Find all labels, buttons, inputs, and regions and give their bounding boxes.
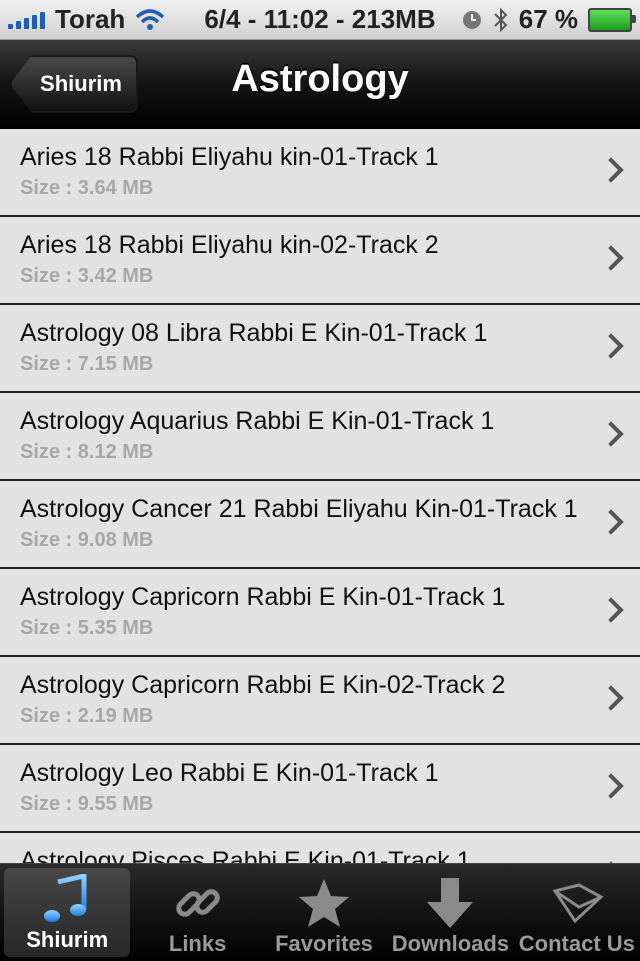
track-title: Astrology Capricorn Rabbi E Kin-02-Track… xyxy=(20,671,506,699)
list-item[interactable]: Aries 18 Rabbi Eliyahu kin-01-Track 1 Si… xyxy=(0,129,640,217)
track-title: Astrology Leo Rabbi E Kin-01-Track 1 xyxy=(20,759,439,787)
envelope-icon xyxy=(549,875,605,931)
track-list[interactable]: Aries 18 Rabbi Eliyahu kin-01-Track 1 Si… xyxy=(0,129,640,863)
signal-strength-icon xyxy=(8,11,45,29)
track-title: Astrology Pisces Rabbi E Kin-01-Track 1 xyxy=(20,847,471,863)
list-item[interactable]: Aries 18 Rabbi Eliyahu kin-02-Track 2 Si… xyxy=(0,217,640,305)
status-right: 67 % xyxy=(461,4,636,35)
track-size: Size : 8.12 MB xyxy=(20,441,154,463)
chevron-right-icon xyxy=(598,245,624,271)
tab-bar: Shiurim Links Favorites Downloads Contac… xyxy=(0,863,640,961)
status-left: Torah xyxy=(8,4,165,35)
battery-percent: 67 % xyxy=(518,4,578,34)
tab-label: Links xyxy=(168,931,227,956)
track-title: Aries 18 Rabbi Eliyahu kin-01-Track 1 xyxy=(20,143,439,171)
carrier-name: Torah xyxy=(55,4,126,34)
list-item[interactable]: Astrology 08 Libra Rabbi E Kin-01-Track … xyxy=(0,305,640,393)
track-size: Size : 2.19 MB xyxy=(20,705,154,727)
track-size: Size : 3.64 MB xyxy=(20,177,154,199)
tab-label: Favorites xyxy=(275,931,373,956)
tab-label: Contact Us xyxy=(518,931,635,956)
navigation-bar: Shiurim Astrology xyxy=(0,40,640,129)
chevron-right-icon xyxy=(598,773,624,799)
page-title: Astrology xyxy=(231,58,409,100)
list-item[interactable]: Astrology Pisces Rabbi E Kin-01-Track 1 xyxy=(0,833,640,863)
track-size: Size : 5.35 MB xyxy=(20,617,154,639)
down-arrow-icon xyxy=(425,875,475,931)
tab-downloads[interactable]: Downloads xyxy=(387,864,513,961)
tab-shiurim[interactable]: Shiurim xyxy=(4,868,131,957)
tab-label: Downloads xyxy=(391,931,510,956)
track-size: Size : 3.42 MB xyxy=(20,265,154,287)
list-item[interactable]: Astrology Leo Rabbi E Kin-01-Track 1 Siz… xyxy=(0,745,640,833)
chevron-right-icon xyxy=(598,333,624,359)
track-title: Astrology Aquarius Rabbi E Kin-01-Track … xyxy=(20,407,495,435)
chain-link-icon xyxy=(173,875,223,931)
track-title: Aries 18 Rabbi Eliyahu kin-02-Track 2 xyxy=(20,231,439,259)
chevron-right-icon xyxy=(598,509,624,535)
chevron-right-icon xyxy=(598,685,624,711)
star-icon xyxy=(297,875,351,931)
bluetooth-icon xyxy=(494,7,508,32)
status-bar: Torah 6/4 - 11:02 - 213MB 67 % xyxy=(0,0,640,40)
track-title: Astrology Cancer 21 Rabbi Eliyahu Kin-01… xyxy=(20,495,578,523)
music-note-icon xyxy=(42,871,92,927)
track-title: Astrology 08 Libra Rabbi E Kin-01-Track … xyxy=(20,319,488,347)
track-size: Size : 9.55 MB xyxy=(20,793,154,815)
track-title: Astrology Capricorn Rabbi E Kin-01-Track… xyxy=(20,583,506,611)
tab-links[interactable]: Links xyxy=(134,864,260,961)
track-size: Size : 9.08 MB xyxy=(20,529,154,551)
wifi-icon xyxy=(136,8,165,30)
list-item[interactable]: Astrology Aquarius Rabbi E Kin-01-Track … xyxy=(0,393,640,481)
battery-icon xyxy=(588,7,636,32)
chevron-right-icon xyxy=(598,421,624,447)
list-item[interactable]: Astrology Capricorn Rabbi E Kin-01-Track… xyxy=(0,569,640,657)
list-item[interactable]: Astrology Capricorn Rabbi E Kin-02-Track… xyxy=(0,657,640,745)
clock-icon xyxy=(462,10,481,29)
track-size: Size : 7.15 MB xyxy=(20,353,154,375)
tab-label: Shiurim xyxy=(26,927,109,952)
tab-contact-us[interactable]: Contact Us xyxy=(514,864,640,961)
chevron-right-icon xyxy=(598,597,624,623)
chevron-right-icon xyxy=(598,157,624,183)
tab-favorites[interactable]: Favorites xyxy=(261,864,387,961)
list-item[interactable]: Astrology Cancer 21 Rabbi Eliyahu Kin-01… xyxy=(0,481,640,569)
